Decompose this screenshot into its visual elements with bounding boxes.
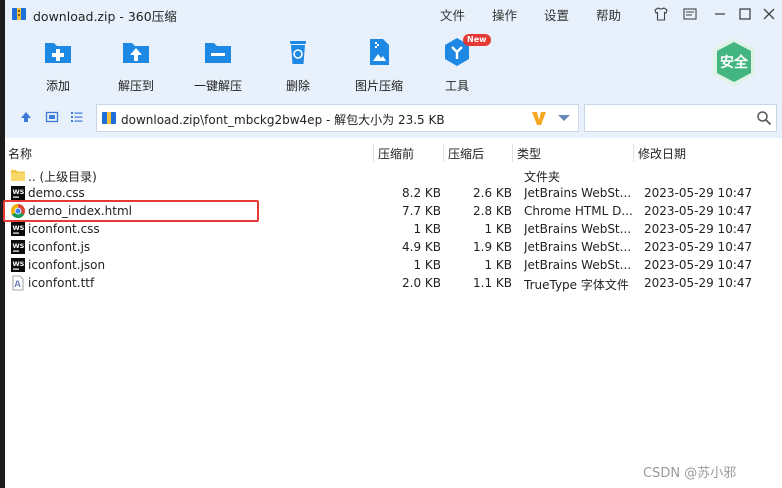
new-badge: New <box>463 34 491 46</box>
recycle-bin-icon <box>290 41 306 64</box>
address-bar: download.zip\font_mbckg2bw4ep - 解包大小为 23… <box>5 98 782 138</box>
add-button[interactable]: 添加 <box>23 36 93 94</box>
svg-text:WS: WS <box>13 260 25 268</box>
svg-text:WS: WS <box>13 188 25 196</box>
parent-directory-row[interactable]: .. (上级目录) 文件夹 <box>5 166 782 184</box>
webstorm-icon: WS <box>11 240 25 254</box>
feedback-icon[interactable] <box>681 5 699 23</box>
menu-settings[interactable]: 设置 <box>544 5 569 24</box>
folder-icon <box>11 170 25 181</box>
verified-v-icon[interactable] <box>529 108 549 128</box>
column-divider[interactable] <box>443 144 444 162</box>
skin-shirt-icon[interactable] <box>652 5 670 23</box>
minimize-icon[interactable] <box>711 5 729 23</box>
column-type[interactable]: 类型 <box>517 145 541 162</box>
menu-operate[interactable]: 操作 <box>492 5 517 24</box>
security-shield-button[interactable]: 安全 <box>708 36 760 88</box>
safe-label: 安全 <box>720 55 748 71</box>
webstorm-icon: WS <box>11 186 25 200</box>
close-icon[interactable] <box>760 5 778 23</box>
svg-text:WS: WS <box>13 224 25 232</box>
image-compress-button[interactable]: 图片压缩 <box>344 36 414 94</box>
file-row[interactable]: WS iconfont.css 1 KB 1 KB JetBrains WebS… <box>5 220 782 238</box>
svg-text:WS: WS <box>13 242 25 250</box>
file-row[interactable]: WS iconfont.json 1 KB 1 KB JetBrains Web… <box>5 256 782 274</box>
zip-file-icon <box>102 112 116 124</box>
list-view-icon[interactable] <box>68 108 86 126</box>
thumbnail-view-icon[interactable] <box>43 108 61 126</box>
current-path: download.zip\font_mbckg2bw4ep - 解包大小为 23… <box>121 113 445 127</box>
maximize-icon[interactable] <box>736 5 754 23</box>
delete-button[interactable]: 删除 <box>263 36 333 94</box>
one-click-extract-button[interactable]: 一键解压 <box>183 36 253 94</box>
menu-help[interactable]: 帮助 <box>596 5 621 24</box>
column-compressed[interactable]: 压缩前 <box>378 145 414 162</box>
file-row[interactable]: WS demo.css 8.2 KB 2.6 KB JetBrains WebS… <box>5 184 782 202</box>
watermark-text: CSDN @苏小邪 <box>643 466 737 481</box>
column-divider[interactable] <box>373 144 374 162</box>
search-box[interactable] <box>584 104 777 132</box>
image-compress-icon <box>370 39 389 65</box>
file-row[interactable]: demo_index.html 7.7 KB 2.8 KB Chrome HTM… <box>5 202 782 220</box>
search-icon[interactable] <box>756 110 772 126</box>
one-click-extract-icon <box>205 43 231 63</box>
column-divider[interactable] <box>633 144 634 162</box>
column-original[interactable]: 压缩后 <box>448 145 484 162</box>
extract-to-button[interactable]: 解压到 <box>101 36 171 94</box>
column-header-row: 名称 压缩前 压缩后 类型 修改日期 <box>5 142 782 164</box>
zip-app-icon <box>12 8 26 20</box>
font-file-icon <box>12 275 24 291</box>
webstorm-icon: WS <box>11 222 25 236</box>
chevron-down-icon[interactable] <box>557 113 571 123</box>
window-title: download.zip - 360压缩 <box>33 9 177 24</box>
add-file-icon <box>45 43 71 63</box>
menu-file[interactable]: 文件 <box>440 5 465 24</box>
title-bar: download.zip - 360压缩 文件 操作 设置 帮助 <box>5 0 782 28</box>
chrome-icon <box>11 204 25 218</box>
archive-window: download.zip - 360压缩 文件 操作 设置 帮助 添加 解压到 … <box>3 0 782 488</box>
path-field[interactable]: download.zip\font_mbckg2bw4ep - 解包大小为 23… <box>96 104 579 132</box>
file-row[interactable]: WS iconfont.js 4.9 KB 1.9 KB JetBrains W… <box>5 238 782 256</box>
webstorm-icon: WS <box>11 258 25 272</box>
toolbar: 添加 解压到 一键解压 删除 图片压缩 New 工具 安全 <box>5 28 782 98</box>
column-name[interactable]: 名称 <box>8 145 32 162</box>
extract-folder-icon <box>123 43 149 63</box>
search-input[interactable] <box>589 108 749 128</box>
column-modified[interactable]: 修改日期 <box>638 145 686 162</box>
column-divider[interactable] <box>512 144 513 162</box>
file-row[interactable]: iconfont.ttf 2.0 KB 1.1 KB TrueType 字体文件… <box>5 274 782 292</box>
up-arrow-icon[interactable] <box>17 108 35 126</box>
tools-button[interactable]: New 工具 <box>422 34 492 94</box>
